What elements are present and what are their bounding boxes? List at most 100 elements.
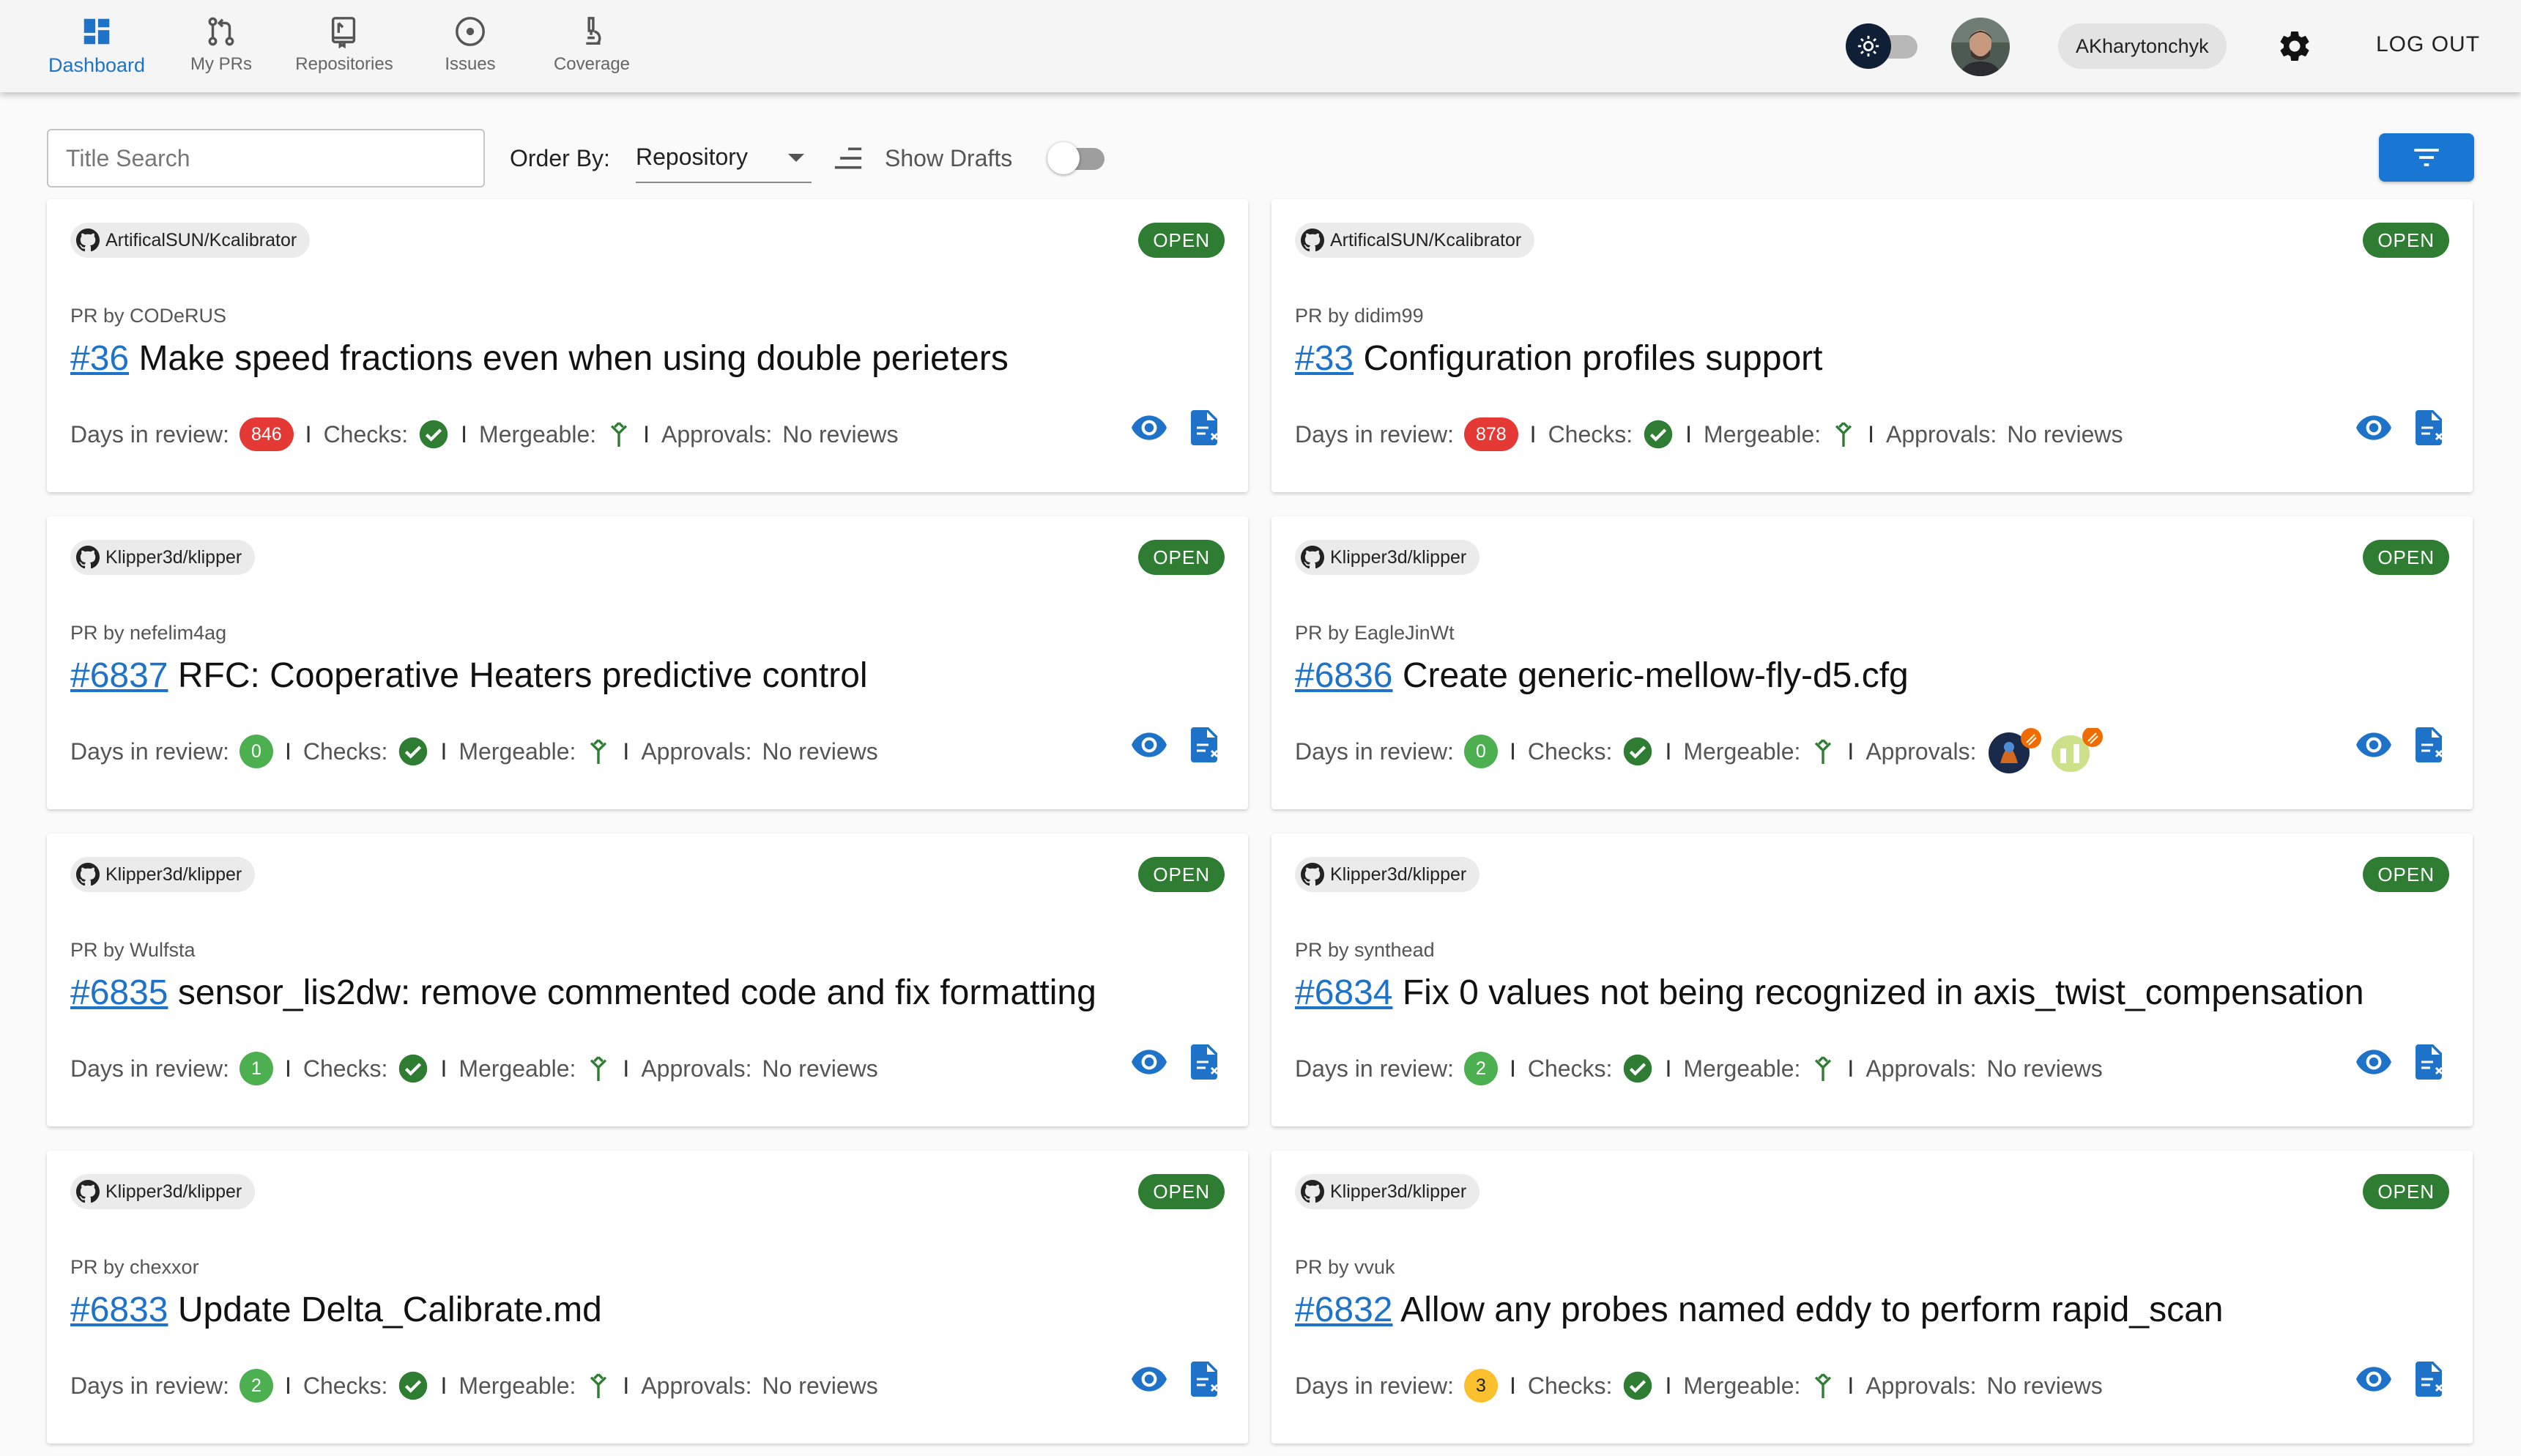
pr-title-text: Create generic-mellow-fly-d5.cfg	[1402, 656, 1909, 695]
nav-coverage[interactable]: Coverage	[548, 15, 636, 81]
pr-number-link[interactable]: #6836	[1295, 656, 1392, 695]
nav-coverage-label: Coverage	[553, 54, 631, 74]
username-chip[interactable]: AKharytonchyk	[2058, 23, 2227, 69]
days-badge: 3	[1463, 1369, 1498, 1403]
show-drafts-knob	[1047, 142, 1080, 174]
pr-number-link[interactable]: #6834	[1295, 973, 1392, 1012]
nav-repositories[interactable]: Repositories	[290, 15, 398, 81]
approvals-value: No reviews	[1986, 1372, 2103, 1399]
days-badge: 878	[1463, 417, 1518, 451]
pr-meta-row: Days in review: 2 I Checks: I Mergeable:…	[1295, 1050, 2103, 1087]
document-icon[interactable]	[2414, 410, 2446, 445]
pr-card: Klipper3d/klipper OPEN PR by nefelim4ag …	[47, 516, 1248, 809]
document-icon[interactable]	[2414, 1044, 2446, 1080]
days-badge: 846	[239, 417, 294, 451]
days-label: Days in review:	[70, 420, 229, 447]
repo-name: Klipper3d/klipper	[105, 546, 242, 568]
separator: I	[623, 738, 630, 765]
separator: I	[623, 1372, 630, 1399]
merge-icon	[590, 1056, 607, 1081]
title-search-input[interactable]	[48, 130, 483, 186]
sort-icon[interactable]	[832, 144, 864, 173]
nav-dashboard[interactable]: Dashboard	[45, 15, 148, 81]
separator: I	[1847, 1055, 1854, 1082]
settings-button[interactable]	[2276, 28, 2313, 64]
mergeable-label: Mergeable:	[458, 1055, 576, 1082]
filter-button[interactable]	[2379, 133, 2474, 182]
checks-label: Checks:	[302, 1055, 388, 1082]
repo-chip[interactable]: ArtificalSUN/Kcalibrator	[1295, 223, 1535, 258]
pr-title: #6835 sensor_lis2dw: remove commented co…	[70, 973, 1096, 1013]
eye-icon[interactable]	[1131, 1047, 1167, 1077]
theme-toggle[interactable]	[1846, 23, 1919, 69]
pr-number-link[interactable]: #36	[70, 339, 129, 378]
mergeable-label: Mergeable:	[1683, 738, 1801, 765]
repo-chip[interactable]: Klipper3d/klipper	[70, 857, 256, 892]
document-icon[interactable]	[1189, 1362, 1222, 1397]
approvals-label: Approvals:	[1886, 420, 1997, 447]
merge-icon	[590, 739, 607, 764]
repo-name: Klipper3d/klipper	[1330, 546, 1467, 568]
eye-icon[interactable]	[2355, 1047, 2392, 1077]
repo-chip[interactable]: ArtificalSUN/Kcalibrator	[70, 223, 311, 258]
pr-number-link[interactable]: #33	[1295, 339, 1354, 378]
repo-chip[interactable]: Klipper3d/klipper	[1295, 1174, 1480, 1209]
repository-icon	[331, 17, 356, 48]
pr-number-link[interactable]: #6832	[1295, 1290, 1392, 1329]
separator: I	[305, 420, 312, 447]
eye-icon[interactable]	[1131, 413, 1167, 442]
document-icon[interactable]	[2414, 727, 2446, 762]
approvals-label: Approvals:	[641, 1372, 752, 1399]
document-icon[interactable]	[1189, 410, 1222, 445]
mergeable-label: Mergeable:	[458, 738, 576, 765]
status-badge: OPEN	[1138, 540, 1225, 575]
separator: I	[1509, 1372, 1516, 1399]
pr-meta-row: Days in review: 846 I Checks: I Mergeabl…	[70, 416, 898, 453]
github-icon	[1301, 863, 1324, 886]
approvals-label: Approvals:	[1865, 738, 1977, 765]
check-circle-icon	[1624, 1371, 1652, 1400]
issue-icon	[456, 17, 485, 46]
document-icon[interactable]	[2414, 1362, 2446, 1397]
logout-button[interactable]: LOG OUT	[2376, 32, 2480, 57]
title-search-field[interactable]	[47, 129, 485, 187]
separator: I	[1529, 420, 1537, 447]
pr-number-link[interactable]: #6833	[70, 1290, 168, 1329]
show-drafts-toggle[interactable]	[1047, 142, 1109, 176]
eye-icon[interactable]	[1131, 730, 1167, 759]
eye-icon[interactable]	[2355, 730, 2392, 759]
status-badge: OPEN	[1138, 223, 1225, 258]
repo-chip[interactable]: Klipper3d/klipper	[70, 540, 256, 575]
approvals-label: Approvals:	[661, 420, 773, 447]
mergeable-label: Mergeable:	[1704, 420, 1822, 447]
pr-title: #33 Configuration profiles support	[1295, 338, 1822, 379]
eye-icon[interactable]	[2355, 1364, 2392, 1394]
separator: I	[1509, 738, 1516, 765]
document-icon[interactable]	[1189, 1044, 1222, 1080]
pr-card: Klipper3d/klipper OPEN PR by vvuk #6832 …	[1271, 1151, 2473, 1444]
repo-chip[interactable]: Klipper3d/klipper	[1295, 857, 1480, 892]
document-icon[interactable]	[1189, 727, 1222, 762]
github-icon	[1301, 1180, 1324, 1203]
days-label: Days in review:	[70, 1372, 229, 1399]
approvals-value: No reviews	[762, 738, 878, 765]
separator: I	[1509, 1055, 1516, 1082]
nav-issues[interactable]: Issues	[434, 15, 507, 81]
repo-chip[interactable]: Klipper3d/klipper	[1295, 540, 1480, 575]
pr-number-link[interactable]: #6837	[70, 656, 168, 695]
user-avatar[interactable]	[1951, 18, 2010, 76]
pr-number-link[interactable]: #6835	[70, 973, 168, 1012]
status-badge: OPEN	[2363, 1174, 2449, 1209]
nav-my-prs[interactable]: My PRs	[185, 15, 258, 81]
checks-label: Checks:	[1548, 420, 1633, 447]
pr-author: PR by didim99	[1295, 305, 1424, 327]
order-by-select[interactable]: Repository	[636, 136, 812, 183]
repo-chip[interactable]: Klipper3d/klipper	[70, 1174, 256, 1209]
approvals-value: No reviews	[2007, 420, 2123, 447]
eye-icon[interactable]	[1131, 1364, 1167, 1394]
order-by-value: Repository	[636, 144, 748, 170]
sun-icon	[1857, 35, 1879, 57]
eye-icon[interactable]	[2355, 413, 2392, 442]
github-icon	[76, 863, 100, 886]
pr-author: PR by synthead	[1295, 939, 1435, 961]
